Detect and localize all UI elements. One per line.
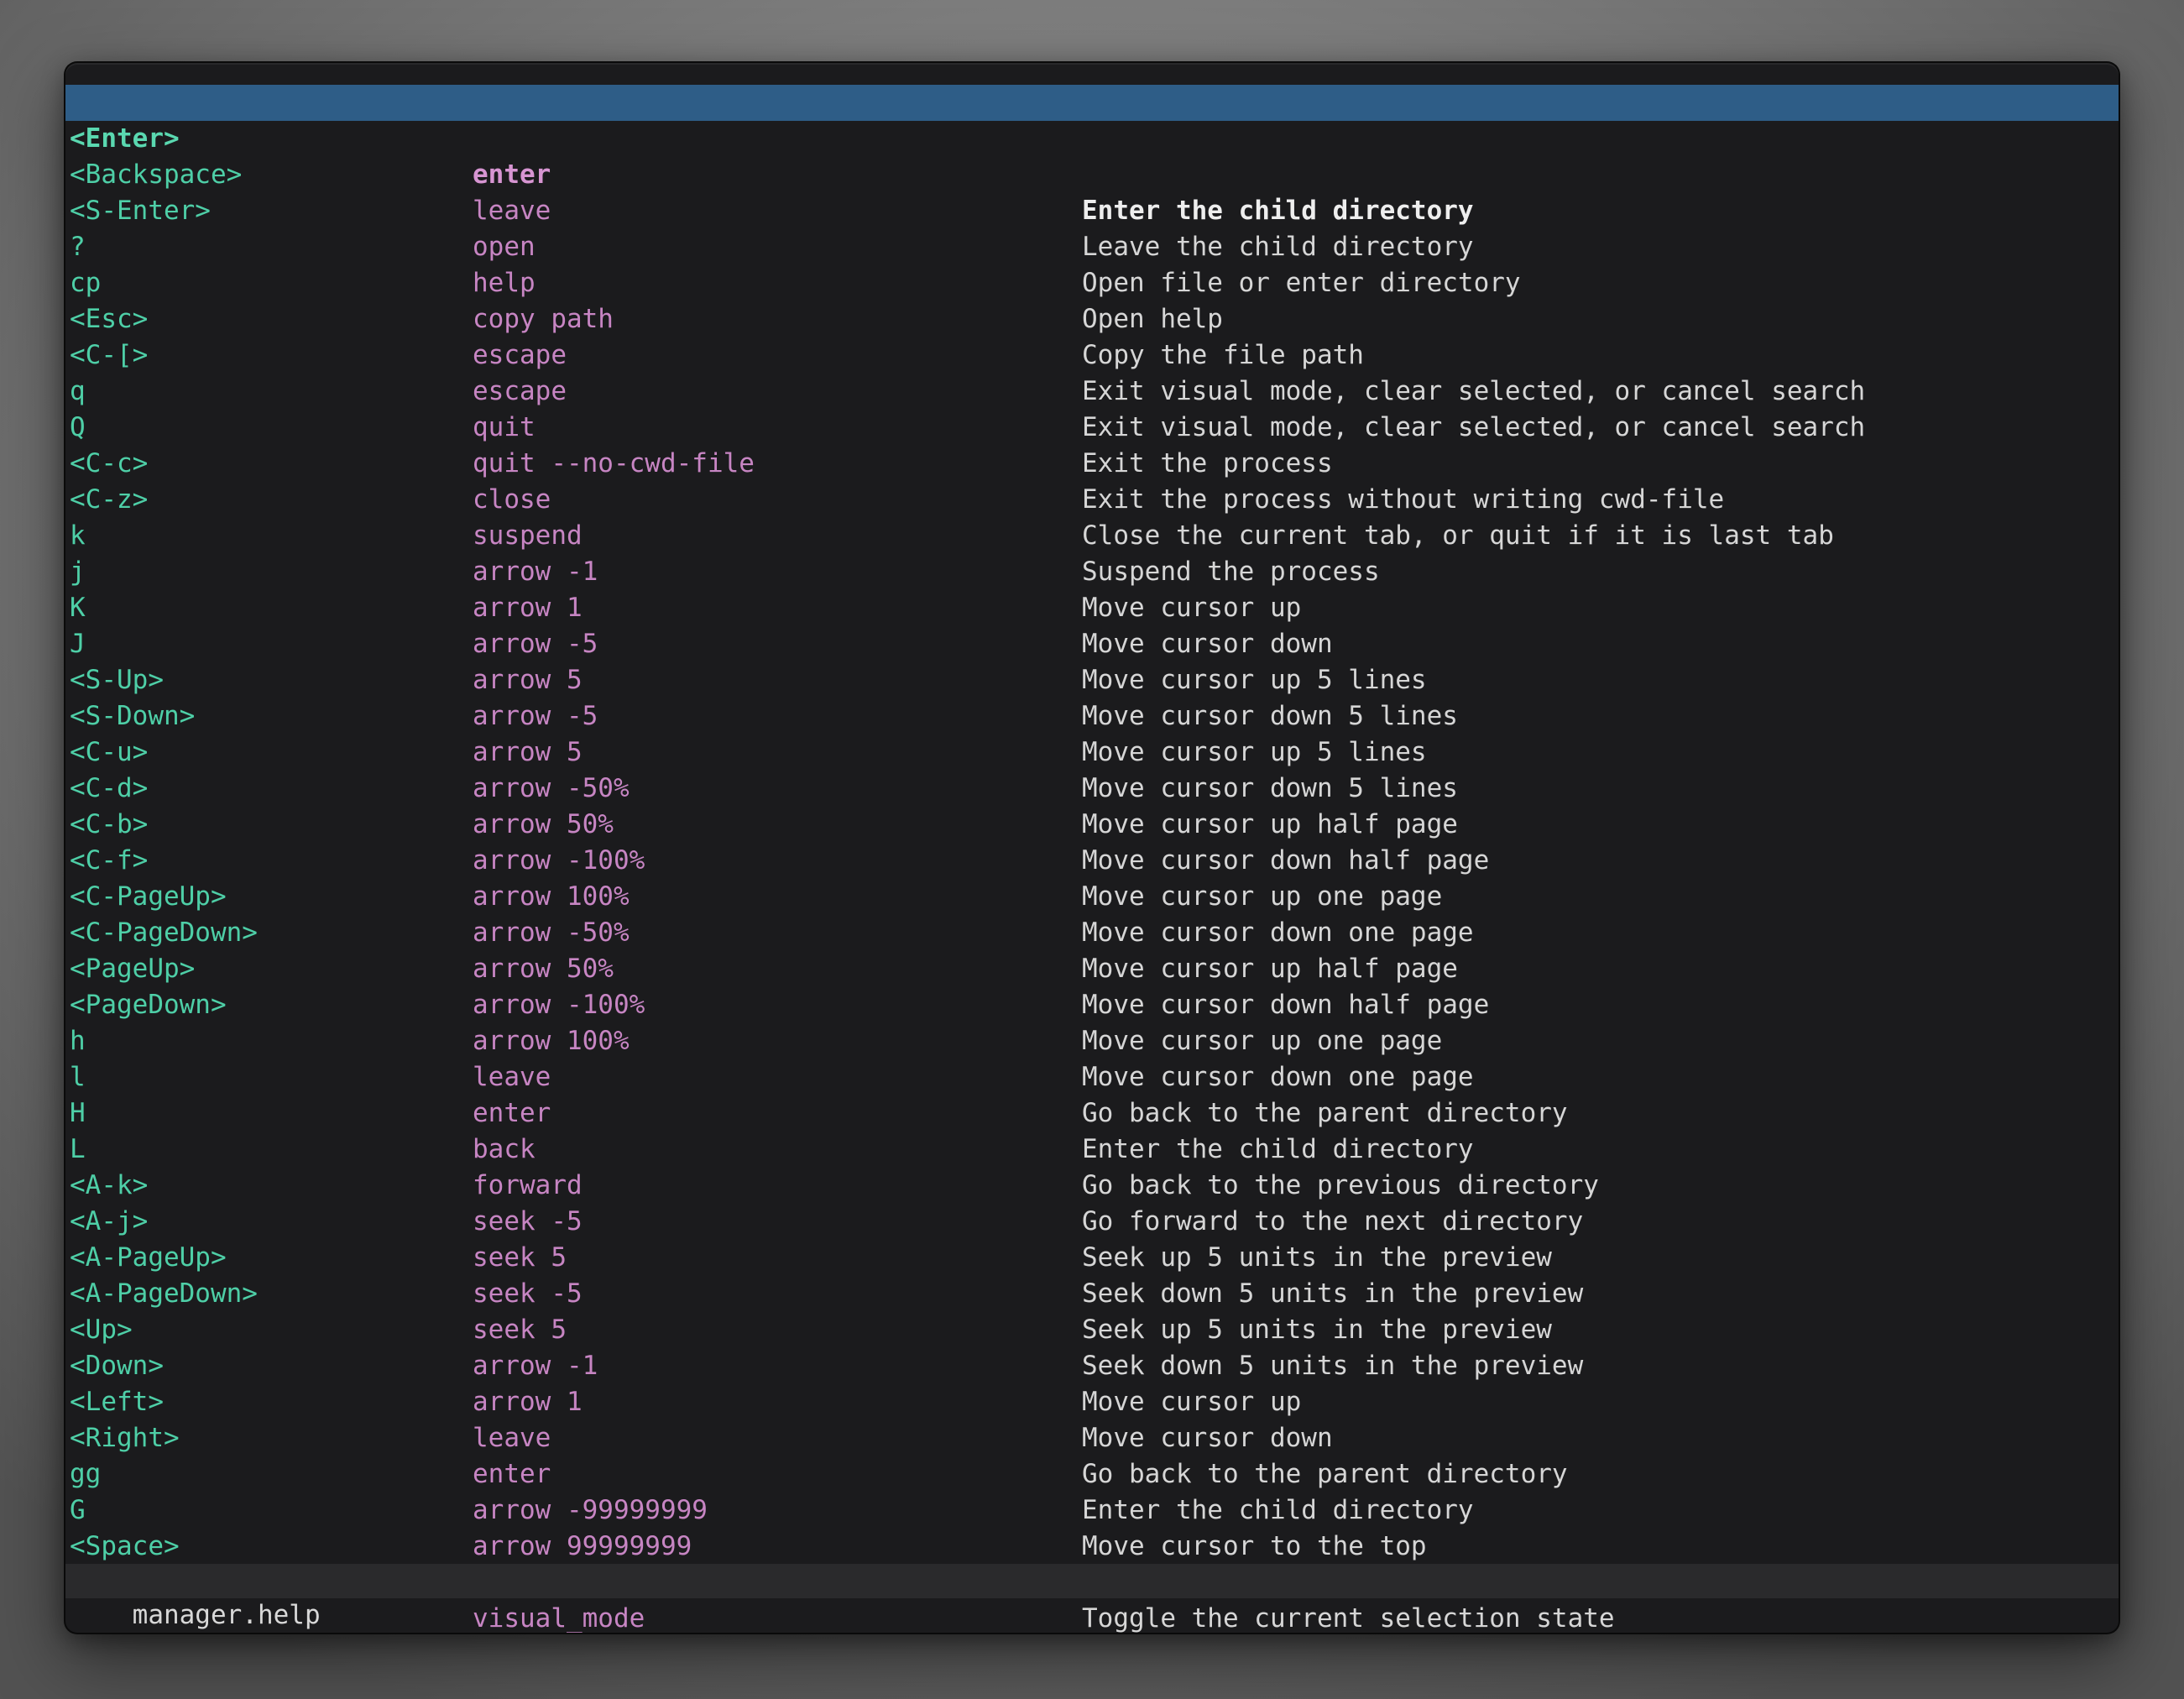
keybind-row[interactable]: l enter Enter the child directory [65, 1023, 2119, 1059]
keybind-row[interactable]: <C-z> suspend Suspend the process [65, 446, 2119, 482]
keybind-row[interactable]: <C-f> arrow 100% Move cursor down one pa… [65, 807, 2119, 843]
keybind-command: visual_mode [473, 1601, 645, 1633]
keybind-row[interactable]: <Esc> escape Exit visual mode, clear sel… [65, 265, 2119, 301]
keybind-row[interactable]: <C-[> escape Exit visual mode, clear sel… [65, 301, 2119, 337]
keybind-row[interactable]: <C-b> arrow -100% Move cursor up one pag… [65, 771, 2119, 807]
keybind-row[interactable]: L forward Go forward to the next directo… [65, 1095, 2119, 1132]
keybind-row[interactable]: <C-PageUp> arrow -50% Move cursor up hal… [65, 843, 2119, 879]
keybind-row[interactable]: <A-k> seek -5 Seek up 5 units in the pre… [65, 1132, 2119, 1168]
terminal-window: <Enter> enter Enter the child directory … [65, 63, 2119, 1633]
keybind-row[interactable]: <A-PageUp> seek -5 Seek up 5 units in th… [65, 1204, 2119, 1240]
keybind-row[interactable]: K arrow -5 Move cursor up 5 lines [65, 554, 2119, 590]
keybind-row[interactable]: <C-d> arrow 50% Move cursor down half pa… [65, 734, 2119, 771]
keybind-row[interactable]: <S-Enter> open Open file or enter direct… [65, 157, 2119, 193]
keybind-row[interactable]: <S-Down> arrow 5 Move cursor down 5 line… [65, 662, 2119, 698]
keybind-row[interactable]: v visual_mode Enter visual mode (selecti… [65, 1529, 2119, 1565]
keybind-row[interactable]: h leave Go back to the parent directory [65, 987, 2119, 1023]
keybind-row[interactable]: <Space> select --state=none; arrow 1 Tog… [65, 1493, 2119, 1529]
keybind-row[interactable]: <A-PageDown> seek 5 Seek down 5 units in… [65, 1240, 2119, 1276]
keybind-row[interactable]: Q quit --no-cwd-file Exit the process wi… [65, 374, 2119, 410]
keybind-description: Toggle the current selection state [1082, 1601, 1615, 1633]
status-bar: manager.help [65, 1564, 2119, 1598]
keybind-row[interactable]: <PageDown> arrow 100% Move cursor down o… [65, 951, 2119, 987]
keybind-row[interactable]: cp copy path Copy the file path [65, 229, 2119, 265]
keybind-row[interactable]: <Enter> enter Enter the child directory [65, 85, 2119, 121]
keybind-list: <Enter> enter Enter the child directory … [65, 85, 2119, 1565]
keybind-row[interactable]: <Right> enter Enter the child directory [65, 1384, 2119, 1420]
keybind-row[interactable]: k arrow -1 Move cursor up [65, 482, 2119, 518]
keybind-row[interactable]: <A-j> seek 5 Seek down 5 units in the pr… [65, 1168, 2119, 1204]
keybind-row[interactable]: <Down> arrow 1 Move cursor down [65, 1312, 2119, 1348]
keybind-row[interactable]: J arrow 5 Move cursor down 5 lines [65, 590, 2119, 626]
keybind-row[interactable]: <Left> leave Go back to the parent direc… [65, 1348, 2119, 1384]
keybind-row[interactable]: <Backspace> leave Leave the child direct… [65, 121, 2119, 157]
keybind-row[interactable]: j arrow 1 Move cursor down [65, 518, 2119, 554]
keybind-row[interactable]: q quit Exit the process [65, 337, 2119, 374]
keybind-row[interactable]: ? help Open help [65, 193, 2119, 229]
keybind-row[interactable]: <PageUp> arrow -100% Move cursor up one … [65, 915, 2119, 951]
keybind-row[interactable]: <Up> arrow -1 Move cursor up [65, 1276, 2119, 1312]
keybind-row[interactable]: G arrow 99999999 Move cursor to the bott… [65, 1456, 2119, 1493]
keybind-row[interactable]: H back Go back to the previous directory [65, 1059, 2119, 1095]
status-mode-label: manager.help [133, 1600, 321, 1630]
keybind-row[interactable]: <C-c> close Close the current tab, or qu… [65, 410, 2119, 446]
keybind-row[interactable]: <C-PageDown> arrow 50% Move cursor down … [65, 879, 2119, 915]
keybind-row[interactable]: <C-u> arrow -50% Move cursor up half pag… [65, 698, 2119, 734]
keybind-row[interactable]: <S-Up> arrow -5 Move cursor up 5 lines [65, 626, 2119, 662]
keybind-row[interactable]: gg arrow -99999999 Move cursor to the to… [65, 1420, 2119, 1456]
